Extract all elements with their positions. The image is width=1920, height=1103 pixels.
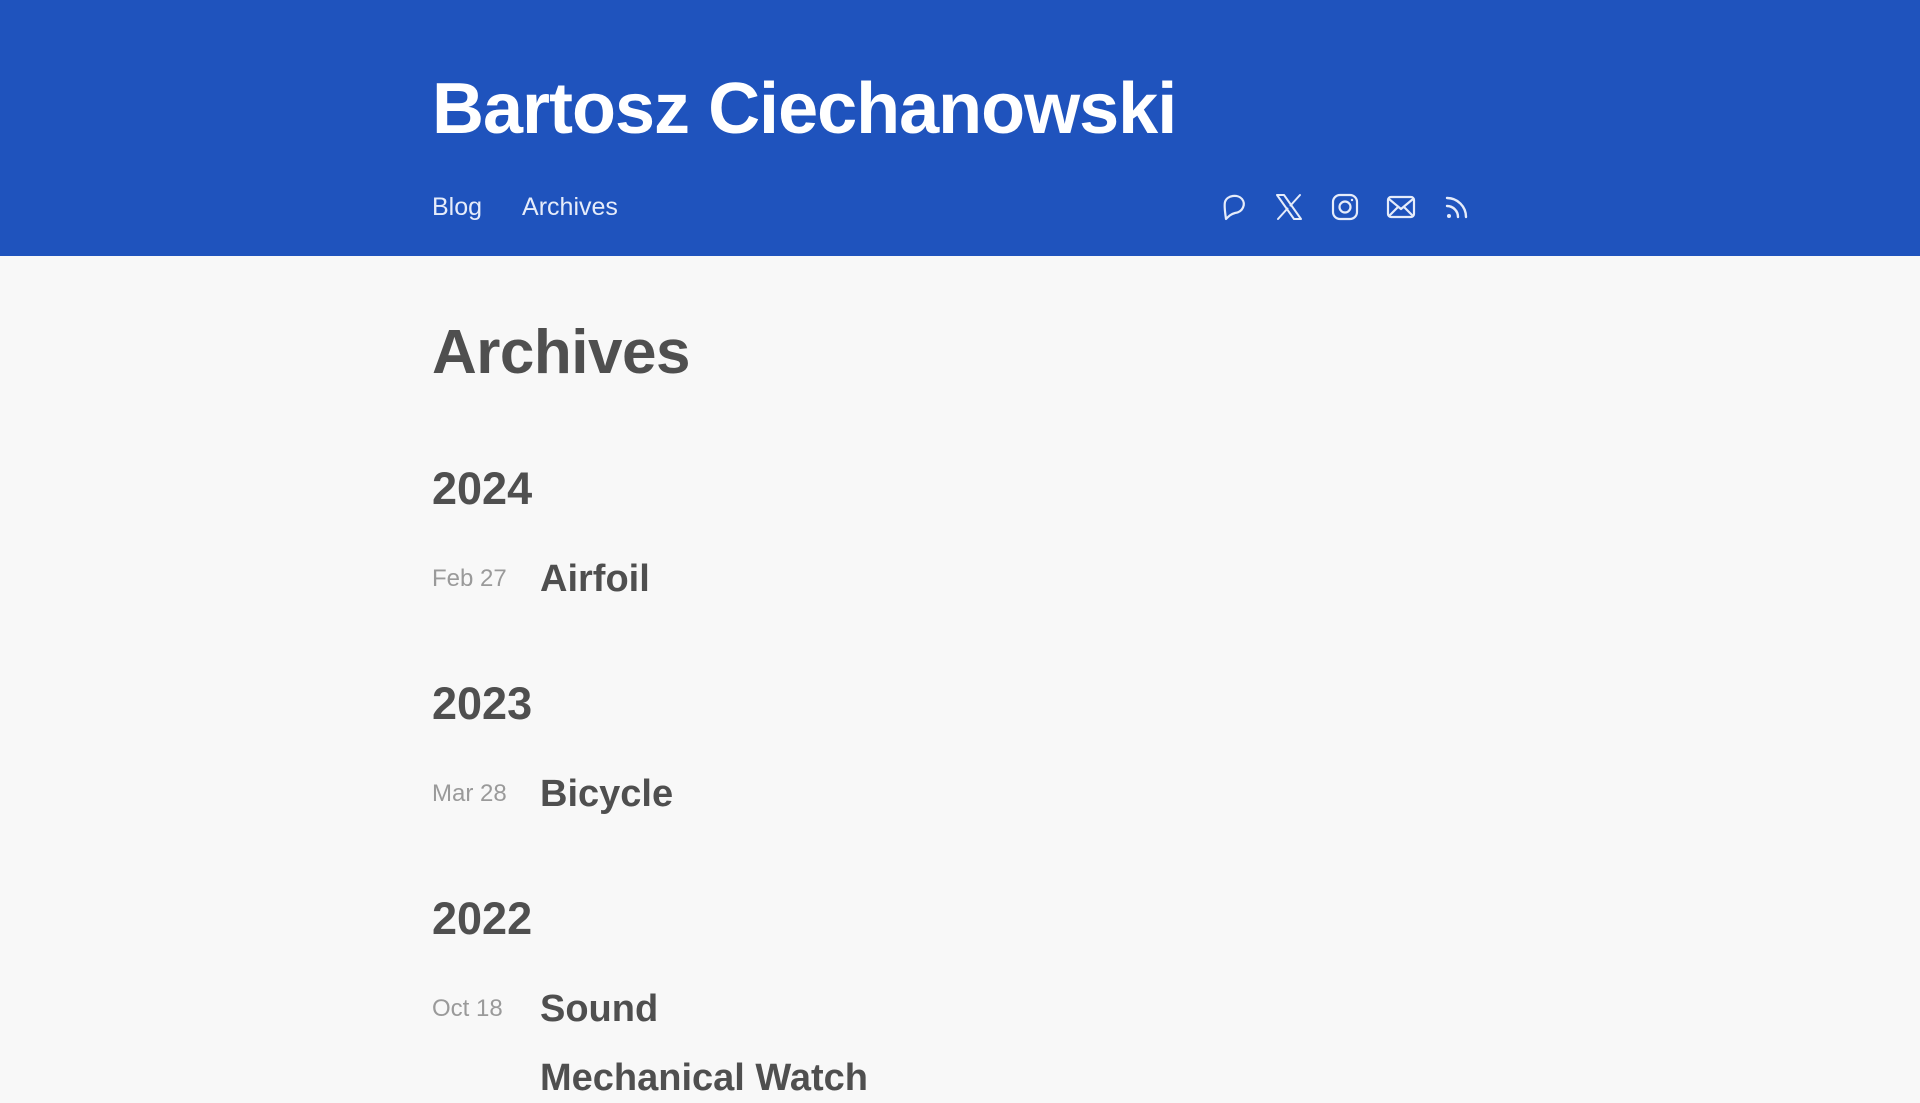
social-links [1218, 188, 1472, 226]
post-title-link[interactable]: Airfoil [540, 556, 650, 602]
year-heading: 2022 [432, 893, 533, 944]
site-header: Bartosz Ciechanowski Blog Archives [0, 0, 1920, 256]
post-date: Mar 28 [432, 780, 507, 807]
post-date: Feb 27 [432, 565, 507, 592]
x-icon[interactable] [1274, 188, 1304, 226]
archive-entry: Mar 28 Bicycle [432, 769, 673, 819]
archive-entry: Mechanical Watch [432, 1053, 868, 1103]
nav-archives-link[interactable]: Archives [522, 190, 618, 224]
main-nav: Blog Archives [432, 190, 618, 224]
archive-entry: Feb 27 Airfoil [432, 554, 650, 604]
rss-icon[interactable] [1442, 188, 1472, 226]
nav-blog-link[interactable]: Blog [432, 190, 482, 224]
year-heading: 2024 [432, 463, 533, 514]
archive-entry: Oct 18 Sound [432, 984, 658, 1034]
post-title-link[interactable]: Bicycle [540, 771, 673, 817]
mail-icon[interactable] [1386, 188, 1416, 226]
patreon-icon[interactable] [1218, 188, 1248, 226]
post-date: Oct 18 [432, 995, 503, 1022]
site-title[interactable]: Bartosz Ciechanowski [432, 66, 1177, 152]
post-title-link[interactable]: Sound [540, 986, 658, 1032]
year-heading: 2023 [432, 678, 533, 729]
instagram-icon[interactable] [1330, 188, 1360, 226]
page-title: Archives [432, 318, 690, 387]
post-title-link[interactable]: Mechanical Watch [540, 1055, 868, 1101]
